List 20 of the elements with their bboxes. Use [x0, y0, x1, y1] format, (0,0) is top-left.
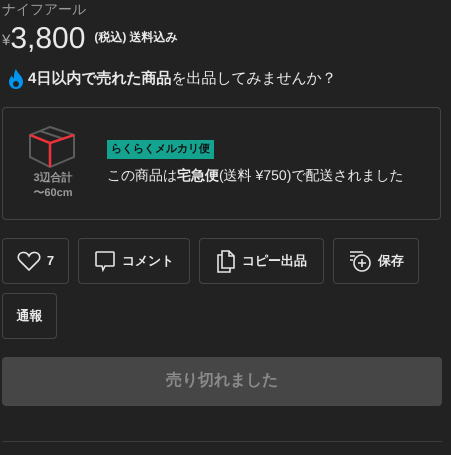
report-button[interactable]: 通報 [2, 292, 57, 338]
speech-bubble-icon [94, 250, 116, 272]
size-label: 3辺合計 [33, 170, 73, 186]
heart-icon [16, 250, 41, 272]
documents-icon [216, 248, 236, 272]
price-note: (税込) 送料込み [94, 29, 178, 46]
save-button[interactable]: 保存 [333, 238, 419, 284]
promo-text: 4日以内で売れた商品を出品してみませんか？ [28, 69, 336, 89]
add-list-icon [348, 248, 372, 272]
price: 3,800 [10, 22, 86, 56]
shipping-badge: らくらくメルカリ便 [107, 140, 214, 159]
size-label: 〜60cm [33, 186, 73, 200]
comment-button[interactable]: コメント [78, 238, 190, 284]
shipping-text: この商品は宅急便(送料 ¥750)で配送されました [107, 166, 404, 185]
like-button[interactable]: 7 [2, 238, 69, 284]
copy-button[interactable]: コピー出品 [199, 238, 324, 284]
flame-icon [7, 69, 25, 90]
currency-symbol: ¥ [2, 30, 10, 50]
product-title: ナイフアール [2, 0, 87, 18]
box-icon [28, 126, 78, 168]
